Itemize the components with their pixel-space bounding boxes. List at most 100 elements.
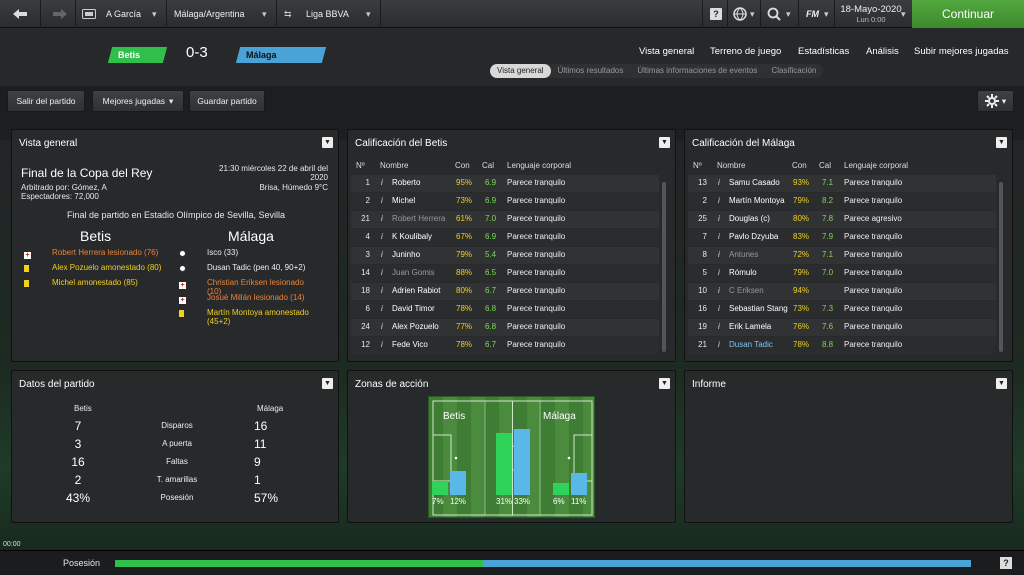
panel-dropdown-icon[interactable]: ▼ bbox=[996, 137, 1007, 148]
home-team-tag[interactable]: Betis bbox=[107, 47, 168, 63]
player-number: 13 bbox=[698, 178, 707, 187]
player-name[interactable]: K Koulibaly bbox=[392, 232, 432, 241]
player-name[interactable]: Alex Pozuelo bbox=[392, 322, 439, 331]
player-name[interactable]: Roberto bbox=[392, 178, 420, 187]
info-icon[interactable]: i bbox=[381, 340, 383, 349]
chevron-down-icon[interactable]: ▾ bbox=[152, 0, 157, 28]
info-icon[interactable]: i bbox=[381, 304, 383, 313]
chevron-down-icon[interactable]: ▾ bbox=[262, 0, 267, 28]
player-name[interactable]: Antunes bbox=[729, 250, 758, 259]
nav-vista-general[interactable]: Vista general bbox=[639, 46, 694, 57]
away-team-tag[interactable]: Málaga bbox=[235, 47, 327, 63]
chevron-down-icon[interactable]: ▾ bbox=[786, 0, 791, 28]
column-header[interactable]: Cal bbox=[819, 161, 831, 170]
chevron-down-icon[interactable]: ▾ bbox=[750, 0, 755, 28]
stat-label: T. amarillas bbox=[156, 475, 198, 484]
column-header[interactable]: Cal bbox=[482, 161, 494, 170]
nav-subir-mejores-jugadas[interactable]: Subir mejores jugadas bbox=[914, 46, 1009, 57]
body-language: Parece tranquilo bbox=[507, 250, 566, 259]
league-menu[interactable]: Liga BBVA bbox=[306, 0, 349, 28]
player-name[interactable]: Rómulo bbox=[729, 268, 757, 277]
body-language: Parece tranquilo bbox=[507, 304, 566, 313]
info-icon[interactable]: i bbox=[718, 250, 720, 259]
nav-analisis[interactable]: Análisis bbox=[866, 46, 899, 57]
info-icon[interactable]: i bbox=[381, 214, 383, 223]
club-menu[interactable]: Málaga/Argentina bbox=[174, 0, 245, 28]
info-icon[interactable]: i bbox=[381, 268, 383, 277]
info-icon[interactable]: i bbox=[381, 322, 383, 331]
player-name[interactable]: Martín Montoya bbox=[729, 196, 785, 205]
player-name[interactable]: Juninho bbox=[392, 250, 420, 259]
exit-match-button[interactable]: Salir del partido bbox=[7, 90, 85, 112]
info-icon[interactable]: i bbox=[718, 232, 720, 241]
swap-icon[interactable]: ⇆ bbox=[284, 0, 292, 28]
chevron-down-icon[interactable]: ▾ bbox=[901, 0, 906, 28]
panel-dropdown-icon[interactable]: ▼ bbox=[322, 378, 333, 389]
player-name[interactable]: Douglas (c) bbox=[729, 214, 770, 223]
continue-button[interactable]: Continuar bbox=[912, 0, 1024, 28]
column-header[interactable]: Nº bbox=[356, 161, 365, 170]
panel-dropdown-icon[interactable]: ▼ bbox=[322, 137, 333, 148]
column-header[interactable]: Nº bbox=[693, 161, 702, 170]
globe-icon[interactable] bbox=[733, 0, 747, 28]
player-name[interactable]: C Eriksen bbox=[729, 286, 764, 295]
column-header[interactable]: Con bbox=[455, 161, 470, 170]
scrollbar[interactable] bbox=[662, 182, 666, 352]
column-header[interactable]: Nombre bbox=[380, 161, 408, 170]
nav-terreno-de-juego[interactable]: Terreno de juego bbox=[710, 46, 781, 57]
info-icon[interactable]: i bbox=[718, 196, 720, 205]
player-name[interactable]: Robert Herrera bbox=[392, 214, 445, 223]
panel-dropdown-icon[interactable]: ▼ bbox=[996, 378, 1007, 389]
subtab-ultimas-informaciones[interactable]: Últimas informaciones de eventos bbox=[630, 64, 764, 78]
player-name[interactable]: Samu Casado bbox=[729, 178, 780, 187]
nav-estadisticas[interactable]: Estadísticas bbox=[798, 46, 849, 57]
scrollbar[interactable] bbox=[999, 182, 1003, 352]
player-name[interactable]: Fede Vico bbox=[392, 340, 428, 349]
fm-menu[interactable]: FM bbox=[806, 0, 819, 28]
game-date[interactable]: 18-Mayo-2020 Lun 0:00 bbox=[838, 0, 904, 28]
info-icon[interactable]: i bbox=[718, 268, 720, 277]
subtab-vista-general[interactable]: Vista general bbox=[490, 64, 551, 78]
info-icon[interactable]: i bbox=[718, 340, 720, 349]
info-icon[interactable]: i bbox=[381, 232, 383, 241]
info-icon[interactable]: i bbox=[718, 214, 720, 223]
column-header[interactable]: Lenguaje corporal bbox=[844, 161, 908, 170]
subtab-clasificacion[interactable]: Clasificación bbox=[764, 64, 823, 78]
stat-home-value: 43% bbox=[65, 491, 91, 505]
info-icon[interactable]: i bbox=[381, 286, 383, 295]
chevron-down-icon[interactable]: ▾ bbox=[824, 0, 829, 28]
panel-dropdown-icon[interactable]: ▼ bbox=[659, 137, 670, 148]
body-language: Parece tranquilo bbox=[844, 304, 903, 313]
info-icon[interactable]: i bbox=[718, 178, 720, 187]
column-header[interactable]: Lenguaje corporal bbox=[507, 161, 571, 170]
back-arrow-icon[interactable] bbox=[12, 0, 28, 28]
help-icon[interactable]: ? bbox=[1000, 557, 1012, 569]
info-icon[interactable]: i bbox=[381, 178, 383, 187]
info-icon[interactable]: i bbox=[381, 196, 383, 205]
subtab-ultimos-resultados[interactable]: Últimos resultados bbox=[551, 64, 631, 78]
save-match-button[interactable]: Guardar partido bbox=[189, 90, 265, 112]
info-icon[interactable]: i bbox=[718, 322, 720, 331]
settings-button[interactable]: ▾ bbox=[977, 90, 1014, 112]
player-name[interactable]: Dusan Tadic bbox=[729, 340, 773, 349]
player-name[interactable]: David Timor bbox=[392, 304, 435, 313]
player-name[interactable]: Michel bbox=[392, 196, 415, 205]
search-icon[interactable] bbox=[767, 0, 781, 28]
column-header[interactable]: Con bbox=[792, 161, 807, 170]
column-header[interactable]: Nombre bbox=[717, 161, 745, 170]
forward-arrow-icon[interactable] bbox=[52, 0, 68, 28]
chevron-down-icon[interactable]: ▾ bbox=[366, 0, 371, 28]
info-icon[interactable]: i bbox=[718, 304, 720, 313]
panel-dropdown-icon[interactable]: ▼ bbox=[659, 378, 670, 389]
info-icon[interactable]: i bbox=[381, 250, 383, 259]
player-name[interactable]: Pavlo Dzyuba bbox=[729, 232, 778, 241]
help-button[interactable]: ? bbox=[710, 0, 722, 28]
manager-menu[interactable]: A García bbox=[106, 0, 141, 28]
player-name[interactable]: Sebastian Stang bbox=[729, 304, 788, 313]
player-name[interactable]: Adrien Rabiot bbox=[392, 286, 440, 295]
player-name[interactable]: Erik Lamela bbox=[729, 322, 771, 331]
player-name[interactable]: Juan Gomis bbox=[392, 268, 435, 277]
highlights-button[interactable]: Mejores jugadas ▾ bbox=[92, 90, 184, 112]
info-icon[interactable]: i bbox=[718, 286, 720, 295]
body-language: Parece tranquilo bbox=[844, 178, 903, 187]
